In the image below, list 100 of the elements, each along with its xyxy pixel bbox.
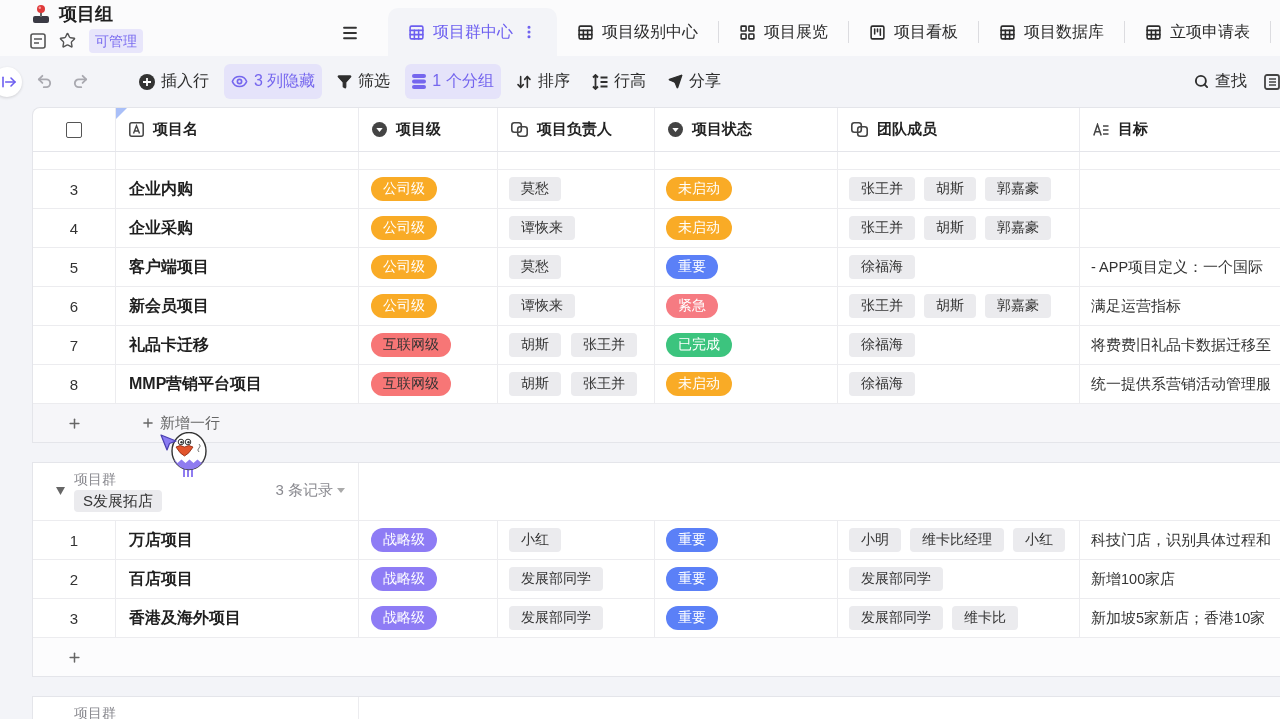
- send-icon: [667, 74, 683, 89]
- level-tag: 公司级: [371, 216, 437, 240]
- table-icon: [408, 23, 425, 41]
- sidebar-toggle-button[interactable]: [0, 66, 22, 97]
- level-tag: 互联网级: [371, 333, 451, 357]
- member-tag: 发展部同学: [849, 567, 943, 591]
- text-field-icon: [129, 122, 144, 137]
- plus-icon: [141, 416, 155, 430]
- column-title: 项目状态: [692, 120, 752, 139]
- owner-tag: 胡斯: [509, 372, 561, 396]
- document-icon[interactable]: [30, 32, 46, 49]
- project-name: 企业采购: [129, 217, 193, 238]
- column-title: 团队成员: [877, 120, 937, 139]
- level-tag: 公司级: [371, 255, 437, 279]
- cursor-icon: [160, 434, 177, 451]
- view-tab[interactable]: 项目看板: [849, 8, 978, 56]
- project-name: 万店项目: [129, 529, 193, 550]
- goal-text: 统一提供系营销活动管理服: [1091, 374, 1271, 394]
- menu-icon: [341, 24, 359, 42]
- long-text-icon: [1093, 122, 1109, 137]
- search-button[interactable]: 查找: [1187, 64, 1254, 99]
- owner-tag: 胡斯: [509, 333, 561, 357]
- project-name: 新会员项目: [129, 295, 209, 316]
- member-tag: 张王并: [849, 216, 915, 240]
- filter-button[interactable]: 筛选: [330, 64, 398, 99]
- record-count-button[interactable]: 3 条记录: [275, 481, 345, 500]
- permission-badge: 可管理: [89, 28, 143, 53]
- view-tab[interactable]: 项目数据库: [979, 8, 1124, 56]
- kanban-icon: [869, 23, 886, 41]
- view-tab[interactable]: 项目级别中心: [557, 8, 718, 56]
- level-tag: 互联网级: [371, 372, 451, 396]
- project-name: 企业内购: [129, 178, 193, 199]
- member-tag: 郭嘉豪: [985, 216, 1051, 240]
- hidden-columns-button[interactable]: 3 列隐藏: [224, 64, 323, 99]
- member-tag: 发展部同学: [849, 606, 943, 630]
- dropdown-icon: [668, 122, 683, 137]
- sort-button[interactable]: 排序: [508, 64, 577, 99]
- insert-row-button[interactable]: 插入行: [132, 64, 216, 99]
- member-tag: 小红: [1013, 528, 1065, 552]
- column-title: 目标: [1118, 120, 1148, 139]
- group-field-label: 项目群: [74, 471, 116, 488]
- collapse-triangle-icon[interactable]: [56, 486, 65, 495]
- joystick-icon: [32, 4, 50, 24]
- row-number: 3: [69, 609, 79, 627]
- add-row-button[interactable]: [67, 415, 82, 431]
- add-row-button[interactable]: [67, 649, 82, 665]
- goal-text: 新增100家店: [1091, 569, 1176, 589]
- goal-text: 将费费旧礼品卡数据迁移至: [1091, 335, 1271, 355]
- view-tab[interactable]: 立项申请表: [1125, 8, 1270, 56]
- row-number: 8: [69, 375, 79, 393]
- share-button[interactable]: 分享: [660, 64, 728, 99]
- status-tag: 重要: [666, 567, 718, 591]
- project-name: 礼品卡迁移: [129, 334, 209, 355]
- member-tag: 徐福海: [849, 255, 915, 279]
- member-tag: 徐福海: [849, 372, 915, 396]
- row-number: 3: [69, 180, 79, 198]
- table-icon: [577, 23, 594, 41]
- owner-tag: 张王并: [571, 333, 637, 357]
- group-button[interactable]: 1 个分组: [405, 64, 501, 99]
- view-tab[interactable]: 项目展览: [719, 8, 848, 56]
- view-tab[interactable]: 项目群中心: [388, 8, 557, 56]
- overlapping-squares-icon: [511, 122, 528, 137]
- table-icon: [999, 23, 1016, 41]
- owner-tag: 莫愁: [509, 177, 561, 201]
- status-tag: 重要: [666, 528, 718, 552]
- new-row-button[interactable]: 新增一行: [141, 413, 220, 433]
- row-height-icon: [591, 73, 608, 90]
- goal-text: 科技门店，识别具体过程和: [1091, 530, 1271, 550]
- member-tag: 维卡比经理: [910, 528, 1004, 552]
- grid-icon: [739, 23, 756, 41]
- star-icon[interactable]: [59, 32, 76, 49]
- project-name: 香港及海外项目: [129, 607, 241, 628]
- list-icon[interactable]: [1264, 73, 1280, 90]
- owner-tag: 莫愁: [509, 255, 561, 279]
- owner-tag: 发展部同学: [509, 567, 603, 591]
- member-tag: 胡斯: [924, 216, 976, 240]
- plus-circle-icon: [139, 73, 155, 90]
- project-name: 百店项目: [129, 568, 193, 589]
- dropdown-icon: [372, 122, 387, 137]
- eye-icon: [231, 73, 248, 90]
- stacked-bars-icon: [412, 74, 427, 89]
- level-tag: 战略级: [371, 567, 437, 591]
- member-tag: 维卡比: [952, 606, 1018, 630]
- member-tag: 张王并: [849, 294, 915, 318]
- owner-tag: 张王并: [571, 372, 637, 396]
- owner-tag: 谭恢来: [509, 294, 575, 318]
- row-height-button[interactable]: 行高: [584, 64, 653, 99]
- goal-text: - APP项目定义：一个国际: [1091, 257, 1264, 277]
- owner-tag: 小红: [509, 528, 561, 552]
- select-all-checkbox[interactable]: [66, 121, 82, 138]
- status-tag: 未启动: [666, 177, 732, 201]
- row-number: 7: [69, 336, 79, 354]
- row-number: 6: [69, 297, 79, 315]
- group-value-tag: S发展拓店: [74, 490, 162, 512]
- member-tag: 胡斯: [924, 177, 976, 201]
- status-tag: 已完成: [666, 333, 732, 357]
- project-name: MMP营销平台项目: [129, 373, 263, 394]
- plus-icon: [67, 649, 82, 665]
- project-name: 客户端项目: [129, 256, 209, 277]
- member-tag: 郭嘉豪: [985, 294, 1051, 318]
